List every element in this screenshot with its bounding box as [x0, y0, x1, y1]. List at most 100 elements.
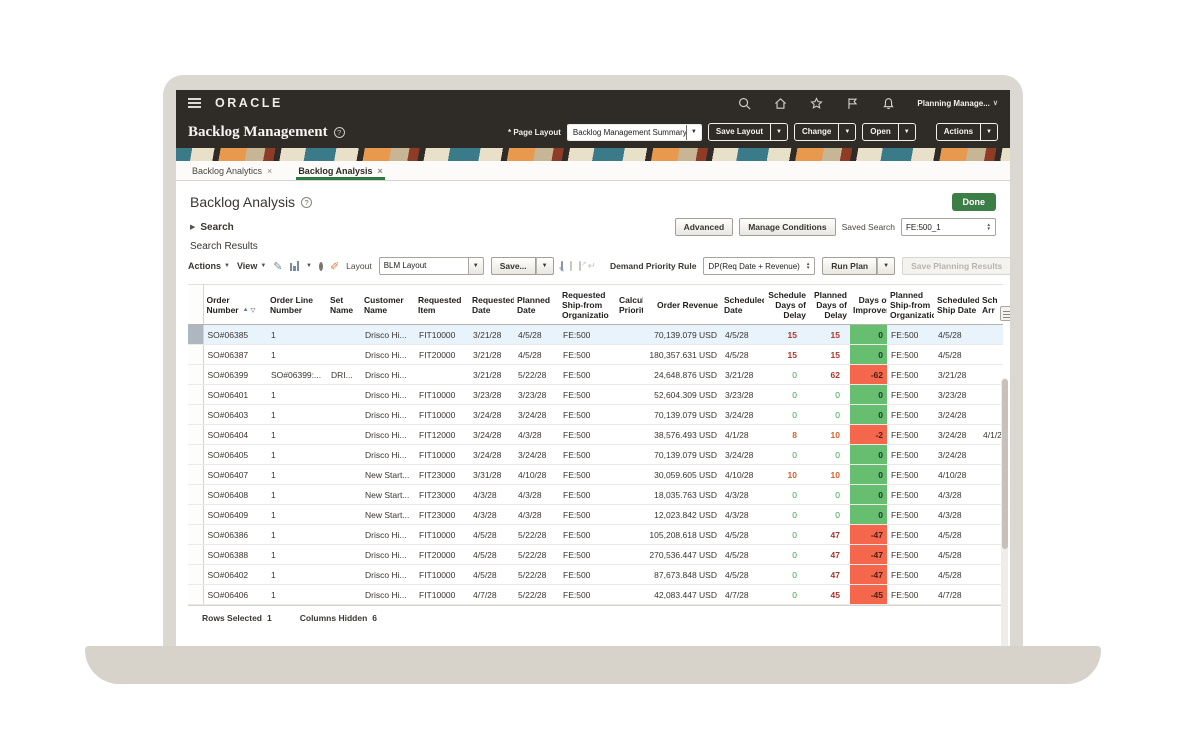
cell-schedule-days-of-delay[interactable]: 0	[764, 445, 809, 465]
column-header-days-of-improvement[interactable]: Days of Improver	[850, 285, 887, 325]
cell-calculated-priority[interactable]	[616, 445, 643, 465]
cell-requested-item[interactable]: FIT23000	[415, 465, 469, 485]
cell-planned-days-of-delay[interactable]: 0	[809, 385, 850, 405]
cell-planned-ship-from-organization[interactable]: FE:500	[887, 365, 934, 385]
cell-schedule-days-of-delay[interactable]: 0	[764, 385, 809, 405]
cell-order-revenue[interactable]: 42,083.447 USD	[643, 585, 721, 605]
cell-schedule-days-of-delay[interactable]: 0	[764, 365, 809, 385]
cell-scheduled-ship-date[interactable]: 3/24/28	[934, 425, 979, 445]
cell-requested-ship-from-organization[interactable]: FE:500	[559, 325, 616, 345]
cell-calculated-priority[interactable]	[616, 505, 643, 525]
cell-schedule-days-of-delay[interactable]: 8	[764, 425, 809, 445]
column-header-requested-item[interactable]: Requested Item	[415, 285, 469, 325]
cell-schedule-days-of-delay[interactable]: 0	[764, 525, 809, 545]
dropdown-arrow-icon[interactable]: ▼	[770, 124, 787, 140]
cell-order-number[interactable]: SO#06403	[203, 405, 267, 425]
cell-scheduled-arrival[interactable]: 4/1/28	[979, 425, 1003, 445]
cell-scheduled-date[interactable]: 4/3/28	[721, 485, 764, 505]
row-selector[interactable]	[188, 425, 203, 445]
dropdown-arrow-icon[interactable]: ▼	[469, 257, 484, 275]
cell-scheduled-arrival[interactable]	[979, 465, 1003, 485]
cell-scheduled-arrival[interactable]	[979, 485, 1003, 505]
cell-order-revenue[interactable]: 38,576.493 USD	[643, 425, 721, 445]
highlight-pen-icon[interactable]: ✐	[330, 260, 339, 273]
demand-priority-rule-select[interactable]: DP(Req Date + Revenue) ▲▼	[703, 257, 815, 275]
scrollbar-thumb[interactable]	[1002, 379, 1008, 549]
manage-conditions-button[interactable]: Manage Conditions	[739, 218, 835, 236]
cell-scheduled-date[interactable]: 4/5/28	[721, 545, 764, 565]
cell-requested-ship-from-organization[interactable]: FE:500	[559, 365, 616, 385]
cell-order-revenue[interactable]: 87,673.848 USD	[643, 565, 721, 585]
cell-schedule-days-of-delay[interactable]: 15	[764, 345, 809, 365]
cell-set-name[interactable]	[327, 585, 361, 605]
cell-scheduled-date[interactable]: 3/24/28	[721, 405, 764, 425]
cell-customer-name[interactable]: Drisco Hi...	[361, 525, 415, 545]
cell-planned-date[interactable]: 4/5/28	[514, 345, 559, 365]
cell-order-revenue[interactable]: 30,059.605 USD	[643, 465, 721, 485]
cell-order-line-number[interactable]: SO#06399:...	[267, 365, 327, 385]
cell-order-line-number[interactable]: 1	[267, 405, 327, 425]
row-selector[interactable]	[188, 565, 203, 585]
cell-scheduled-date[interactable]: 4/3/28	[721, 505, 764, 525]
cell-order-revenue[interactable]: 270,536.447 USD	[643, 545, 721, 565]
cell-days-of-improvement[interactable]: -62	[850, 365, 887, 385]
cell-planned-date[interactable]: 3/24/28	[514, 445, 559, 465]
help-icon[interactable]: ?	[301, 197, 312, 208]
cell-planned-date[interactable]: 4/3/28	[514, 485, 559, 505]
cell-days-of-improvement[interactable]: 0	[850, 405, 887, 425]
column-header-schedule-days-of-delay[interactable]: Schedule Days of Delay	[764, 285, 809, 325]
cell-requested-ship-from-organization[interactable]: FE:500	[559, 505, 616, 525]
cell-requested-item[interactable]: FIT10000	[415, 385, 469, 405]
cell-order-line-number[interactable]: 1	[267, 465, 327, 485]
cell-order-number[interactable]: SO#06402	[203, 565, 267, 585]
cell-set-name[interactable]	[327, 465, 361, 485]
layout-select[interactable]: BLM Layout ▼	[379, 257, 484, 275]
cell-requested-item[interactable]: FIT20000	[415, 545, 469, 565]
cell-order-revenue[interactable]: 70,139.079 USD	[643, 325, 721, 345]
cell-planned-ship-from-organization[interactable]: FE:500	[887, 485, 934, 505]
cell-planned-ship-from-organization[interactable]: FE:500	[887, 545, 934, 565]
cell-days-of-improvement[interactable]: 0	[850, 485, 887, 505]
cell-requested-item[interactable]: FIT10000	[415, 445, 469, 465]
expand-triangle-icon[interactable]: ▶	[190, 223, 195, 231]
cell-set-name[interactable]: DRI...	[327, 365, 361, 385]
sort-icons[interactable]: ▲▽	[243, 307, 256, 314]
cell-order-number[interactable]: SO#06407	[203, 465, 267, 485]
column-header-calculated-priority[interactable]: Calcul Priorit	[616, 285, 643, 325]
cell-order-line-number[interactable]: 1	[267, 565, 327, 585]
cell-scheduled-date[interactable]: 3/21/28	[721, 365, 764, 385]
row-selector[interactable]	[188, 405, 203, 425]
cell-scheduled-date[interactable]: 4/7/28	[721, 585, 764, 605]
cell-order-line-number[interactable]: 1	[267, 585, 327, 605]
cell-requested-ship-from-organization[interactable]: FE:500	[559, 445, 616, 465]
cell-requested-date[interactable]: 3/23/28	[469, 385, 514, 405]
cell-order-revenue[interactable]: 105,208.618 USD	[643, 525, 721, 545]
cell-order-revenue[interactable]: 18,035.763 USD	[643, 485, 721, 505]
page-layout-select[interactable]: Backlog Management Summary ▼	[567, 124, 702, 141]
cell-requested-ship-from-organization[interactable]: FE:500	[559, 425, 616, 445]
cell-order-number[interactable]: SO#06408	[203, 485, 267, 505]
row-selector[interactable]	[188, 465, 203, 485]
dropdown-arrow-icon[interactable]: ▼	[898, 124, 915, 140]
vertical-scrollbar[interactable]	[1001, 378, 1008, 646]
cell-calculated-priority[interactable]	[616, 325, 643, 345]
cell-requested-item[interactable]: FIT10000	[415, 525, 469, 545]
row-selector[interactable]	[188, 585, 203, 605]
cell-order-line-number[interactable]: 1	[267, 525, 327, 545]
cell-set-name[interactable]	[327, 525, 361, 545]
cell-calculated-priority[interactable]	[616, 545, 643, 565]
cell-planned-days-of-delay[interactable]: 10	[809, 465, 850, 485]
cell-scheduled-arrival[interactable]	[979, 345, 1003, 365]
cell-requested-item[interactable]: FIT23000	[415, 485, 469, 505]
cell-order-revenue[interactable]: 52,604.309 USD	[643, 385, 721, 405]
cell-requested-date[interactable]: 3/24/28	[469, 425, 514, 445]
row-selector[interactable]	[188, 445, 203, 465]
cell-order-line-number[interactable]: 1	[267, 325, 327, 345]
cell-order-number[interactable]: SO#06386	[203, 525, 267, 545]
cell-planned-days-of-delay[interactable]: 45	[809, 585, 850, 605]
row-selector[interactable]	[188, 345, 203, 365]
column-header-order-revenue[interactable]: Order Revenue	[643, 285, 721, 325]
cell-planned-date[interactable]: 5/22/28	[514, 565, 559, 585]
favorites-star-icon[interactable]	[810, 97, 823, 110]
column-header-planned-ship-from-organization[interactable]: Planned Ship-from Organizatic	[887, 285, 934, 325]
